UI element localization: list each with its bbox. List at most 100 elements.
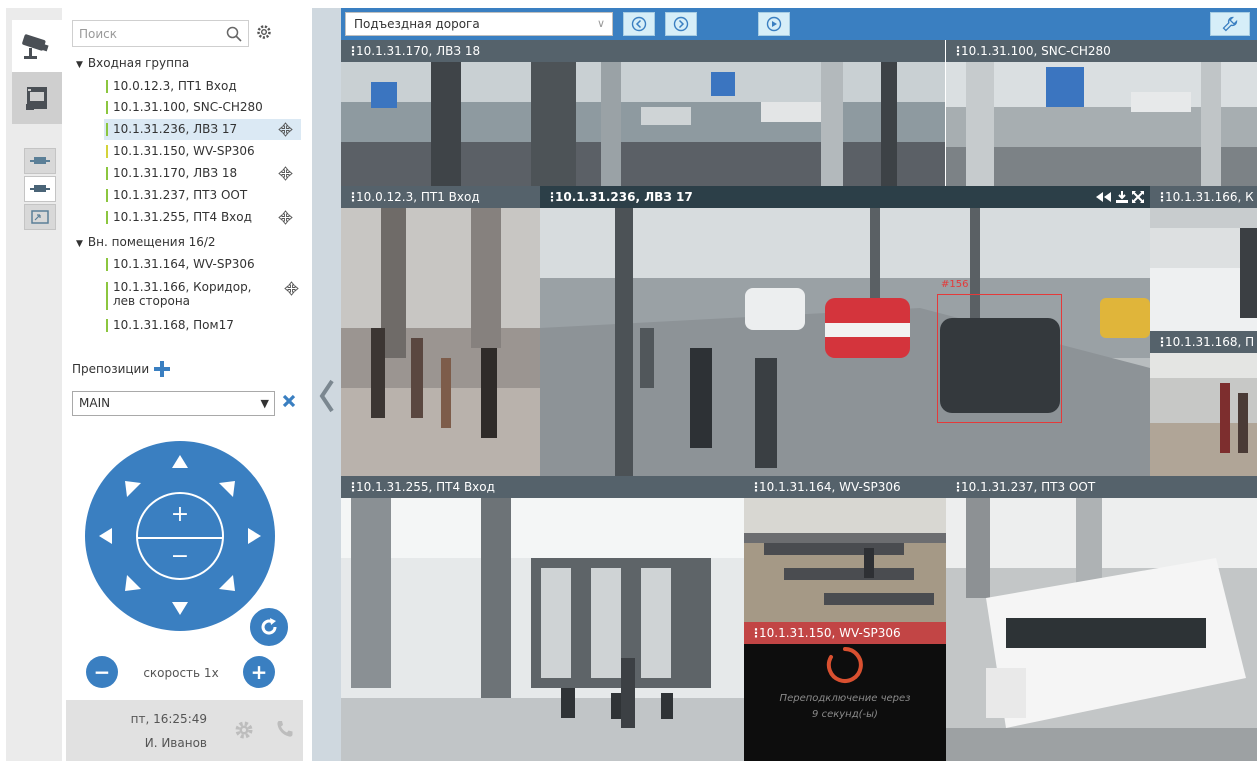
layout-mode-3[interactable]	[24, 204, 56, 230]
tile-header[interactable]: ⋮10.1.31.168, П	[1150, 331, 1257, 353]
tile-title: 10.1.31.170, ЛВЗ 18	[356, 44, 481, 58]
rewind-icon[interactable]	[1096, 192, 1112, 202]
ptz-reset-button[interactable]	[247, 605, 291, 649]
tree-camera-item[interactable]: 10.1.31.164, WV-SP306	[104, 254, 301, 275]
tile-title: 10.1.31.237, ПТ3 ООТ	[961, 480, 1096, 494]
camera-tile[interactable]: ⋮10.1.31.100, SNC-CH280	[946, 40, 1257, 186]
preset-select[interactable]: MAIN ▼	[72, 391, 275, 416]
fullscreen-icon[interactable]	[1132, 191, 1144, 203]
download-icon[interactable]	[1116, 191, 1128, 203]
archive-tab[interactable]	[12, 72, 62, 124]
kebab-icon[interactable]: ⋮	[750, 476, 762, 498]
viewer-toolbar: Подъездная дорога ∨	[341, 8, 1257, 40]
camera-label: 10.1.31.100, SNC-CH280	[113, 100, 263, 114]
ptz-icon	[278, 210, 293, 225]
video-feed[interactable]	[341, 208, 540, 476]
caret-down-icon: ▼	[76, 239, 83, 249]
ptz-ring[interactable]: + −	[85, 441, 275, 631]
search-box	[72, 20, 249, 47]
zoom-in-button[interactable]: +	[138, 504, 222, 526]
zoom-control[interactable]: + −	[136, 492, 224, 580]
camera-tile[interactable]: ⋮10.0.12.3, ПТ1 Вход	[341, 186, 540, 476]
video-feed[interactable]	[341, 498, 744, 761]
tree-camera-item[interactable]: 10.1.31.168, Пом17	[104, 315, 301, 336]
camera-tile-error[interactable]: ⋮10.1.31.150, WV-SP306 Переподключение ч…	[744, 622, 946, 761]
camera-tile-active[interactable]: ⋮10.1.31.236, ЛВЗ 17 #156	[540, 186, 1150, 476]
kebab-icon[interactable]: ⋮	[347, 476, 359, 498]
camera-label: 10.1.31.236, ЛВЗ 17	[113, 122, 238, 136]
video-frame	[946, 498, 1257, 761]
next-layout-button[interactable]	[665, 12, 697, 36]
video-feed[interactable]	[341, 62, 945, 186]
video-feed[interactable]	[946, 62, 1257, 186]
chevron-left-icon[interactable]	[317, 378, 337, 414]
video-feed[interactable]	[1150, 208, 1257, 331]
speed-decrease-button[interactable]: −	[86, 656, 118, 688]
prev-layout-button[interactable]	[623, 12, 655, 36]
status-footer: пт, 16:25:49 И. Иванов	[66, 700, 303, 761]
kebab-icon[interactable]: ⋮	[1156, 186, 1168, 208]
ptz-joystick[interactable]: + −	[81, 435, 286, 631]
tile-title: 10.1.31.255, ПТ4 Вход	[356, 480, 495, 494]
tile-header[interactable]: ⋮10.1.31.255, ПТ4 Вход	[341, 476, 744, 498]
layout-mode-2[interactable]	[24, 176, 56, 202]
camera-tile[interactable]: ⋮10.1.31.166, К	[1150, 186, 1257, 331]
tree-camera-item[interactable]: 10.0.12.3, ПТ1 Вход	[104, 76, 301, 97]
tree-group[interactable]: ▼ Входная группа	[76, 56, 189, 70]
cameras-tab[interactable]	[12, 20, 62, 72]
kebab-icon[interactable]: ⋮	[347, 40, 359, 62]
kebab-icon[interactable]: ⋮	[347, 186, 359, 208]
caret-down-icon: ▼	[76, 60, 83, 70]
camera-tile[interactable]: ⋮10.1.31.255, ПТ4 Вход	[341, 476, 744, 761]
tile-controls	[1096, 186, 1144, 208]
archive-icon	[26, 87, 47, 110]
camera-tile[interactable]: ⋮10.1.31.170, ЛВЗ 18	[341, 40, 945, 186]
kebab-icon[interactable]: ⋮	[952, 40, 964, 62]
gear-icon[interactable]	[233, 719, 255, 741]
settings-button[interactable]	[1210, 12, 1250, 36]
video-feed[interactable]	[1150, 353, 1257, 476]
play-tour-button[interactable]	[758, 12, 790, 36]
layout-mode-1[interactable]	[24, 148, 56, 174]
tile-header[interactable]: ⋮10.1.31.150, WV-SP306	[744, 622, 946, 644]
tree-camera-item[interactable]: 10.1.31.237, ПТ3 ООТ	[104, 185, 301, 206]
kebab-icon[interactable]: ⋮	[952, 476, 964, 498]
tile-header[interactable]: ⋮10.0.12.3, ПТ1 Вход	[341, 186, 540, 208]
detection-label: #156	[941, 279, 969, 290]
tree-camera-item[interactable]: 10.1.31.255, ПТ4 Вход	[104, 207, 301, 228]
camera-tile[interactable]: ⋮10.1.31.164, WV-SP306	[744, 476, 946, 622]
tree-camera-item[interactable]: 10.1.31.170, ЛВЗ 18	[104, 163, 301, 184]
left-rail	[6, 8, 62, 761]
arrow-left-circle-icon	[631, 16, 647, 32]
tile-header[interactable]: ⋮10.1.31.237, ПТ3 ООТ	[946, 476, 1257, 498]
tile-header[interactable]: ⋮10.1.31.236, ЛВЗ 17	[540, 186, 1150, 208]
camera-tile[interactable]: ⋮10.1.31.168, П	[1150, 331, 1257, 476]
kebab-icon[interactable]: ⋮	[1156, 331, 1168, 353]
tree-camera-item[interactable]: 10.1.31.166, Коридор, лев сторона	[104, 278, 254, 312]
camera-tile[interactable]: ⋮10.1.31.237, ПТ3 ООТ	[946, 476, 1257, 761]
video-feed[interactable]	[744, 498, 946, 622]
video-frame	[341, 208, 540, 476]
panel-collapse-strip[interactable]	[312, 8, 341, 761]
speed-increase-button[interactable]: +	[243, 656, 275, 688]
settings-icon[interactable]	[255, 23, 273, 41]
tree-camera-item[interactable]: 10.1.31.150, WV-SP306	[104, 141, 301, 162]
video-feed[interactable]	[946, 498, 1257, 761]
kebab-icon[interactable]: ⋮	[750, 622, 762, 644]
plus-icon[interactable]	[153, 360, 171, 378]
ptz-icon	[284, 281, 299, 296]
tree-group[interactable]: ▼ Вн. помещения 16/2	[76, 235, 216, 249]
kebab-icon[interactable]: ⋮	[546, 186, 558, 208]
phone-icon[interactable]	[275, 719, 295, 739]
layout-select[interactable]: Подъездная дорога ∨	[345, 12, 613, 36]
close-icon[interactable]	[281, 393, 297, 409]
tile-header[interactable]: ⋮10.1.31.166, К	[1150, 186, 1257, 208]
search-icon[interactable]	[226, 26, 242, 42]
search-input[interactable]	[73, 21, 248, 46]
zoom-out-button[interactable]: −	[138, 546, 222, 568]
tile-header[interactable]: ⋮10.1.31.170, ЛВЗ 18	[341, 40, 945, 62]
tile-header[interactable]: ⋮10.1.31.164, WV-SP306	[744, 476, 946, 498]
tree-camera-item[interactable]: 10.1.31.236, ЛВЗ 17	[104, 119, 301, 140]
tile-header[interactable]: ⋮10.1.31.100, SNC-CH280	[946, 40, 1257, 62]
tree-camera-item[interactable]: 10.1.31.100, SNC-CH280	[104, 97, 301, 118]
